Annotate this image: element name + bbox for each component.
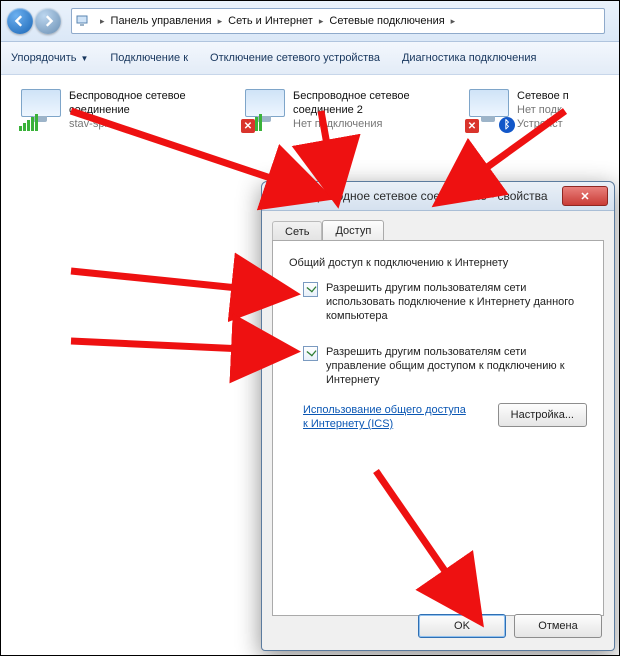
adapter-icon — [268, 188, 284, 204]
checkbox-allow-share[interactable] — [303, 282, 318, 297]
close-button[interactable]: ✕ — [562, 186, 608, 206]
wifi-connection-icon: ✕ — [243, 89, 285, 131]
connection-status: Нет подк — [517, 103, 569, 117]
breadcrumb-item[interactable]: Сетевые подключения — [327, 13, 446, 29]
chevron-right-icon: ▸ — [451, 16, 456, 27]
bluetooth-icon: ᛒ — [499, 117, 515, 133]
connection-title: соединение 2 — [293, 103, 410, 117]
dialog-titlebar[interactable]: Беспроводное сетевое соединение - свойст… — [262, 182, 614, 211]
connection-title: Беспроводное сетевое — [293, 89, 410, 103]
command-bar: Упорядочить ▼ Подключение к Отключение с… — [1, 42, 619, 75]
nav-forward-button[interactable] — [35, 8, 61, 34]
connection-item[interactable]: Беспроводное сетевое соединение stav-spb — [19, 89, 219, 175]
group-heading: Общий доступ к подключению к Интернету — [289, 257, 587, 269]
explorer-window: ▸ Панель управления ▸ Сеть и Интернет ▸ … — [0, 0, 620, 656]
arrow-right-icon — [42, 15, 54, 27]
settings-button[interactable]: Настройка... — [498, 403, 587, 427]
chevron-down-icon: ▼ — [80, 54, 88, 63]
connection-status: Нет подключения — [293, 117, 410, 131]
properties-dialog: Беспроводное сетевое соединение - свойст… — [261, 181, 615, 651]
chevron-right-icon: ▸ — [218, 16, 223, 27]
connection-item[interactable]: ✕ ᛒ Сетевое п Нет подк Устройст — [467, 89, 577, 175]
checkbox-label: Разрешить другим пользователям сети упра… — [326, 345, 586, 387]
connection-title: Беспроводное сетевое — [69, 89, 186, 103]
cancel-button[interactable]: Отмена — [514, 614, 602, 638]
nav-back-button[interactable] — [7, 8, 33, 34]
close-icon: ✕ — [580, 190, 589, 203]
tab-network[interactable]: Сеть — [272, 221, 322, 242]
error-x-icon: ✕ — [241, 119, 255, 133]
tab-sharing[interactable]: Доступ — [322, 220, 384, 241]
connection-item[interactable]: ✕ Беспроводное сетевое соединение 2 Нет … — [243, 89, 443, 175]
dialog-title: Беспроводное сетевое соединение - свойст… — [290, 189, 558, 203]
checkbox-row-allow-share: Разрешить другим пользователям сети испо… — [303, 281, 587, 323]
ics-link-row: Использование общего доступа к Интернету… — [303, 403, 587, 431]
organize-menu[interactable]: Упорядочить ▼ — [11, 52, 88, 64]
connection-status: Устройст — [517, 117, 569, 131]
address-bar: ▸ Панель управления ▸ Сеть и Интернет ▸ … — [1, 1, 619, 42]
arrow-left-icon — [14, 15, 26, 27]
checkbox-allow-control[interactable] — [303, 346, 318, 361]
connection-status: stav-spb — [69, 117, 186, 131]
tab-label: Сеть — [285, 226, 309, 238]
organize-label: Упорядочить — [11, 52, 76, 64]
button-label: Отмена — [538, 620, 577, 632]
dialog-button-row: OK Отмена — [418, 614, 602, 638]
connect-label: Подключение к — [110, 52, 188, 64]
breadcrumb-item[interactable]: Сеть и Интернет — [226, 13, 315, 29]
chevron-right-icon: ▸ — [100, 16, 105, 27]
network-folder-icon — [76, 13, 92, 29]
connect-to-menu[interactable]: Подключение к — [110, 52, 188, 64]
breadcrumb[interactable]: ▸ Панель управления ▸ Сеть и Интернет ▸ … — [71, 8, 605, 34]
breadcrumb-item[interactable]: Панель управления — [109, 13, 214, 29]
button-label: OK — [454, 620, 470, 632]
button-label: Настройка... — [511, 409, 574, 421]
wifi-connection-icon — [19, 89, 61, 131]
error-x-icon: ✕ — [465, 119, 479, 133]
chevron-right-icon: ▸ — [319, 16, 324, 27]
checkbox-label: Разрешить другим пользователям сети испо… — [326, 281, 586, 323]
connection-title: соединение — [69, 103, 186, 117]
connection-title: Сетевое п — [517, 89, 569, 103]
connections-list: Беспроводное сетевое соединение stav-spb… — [1, 75, 619, 189]
disable-device-button[interactable]: Отключение сетевого устройства — [210, 52, 380, 64]
checkbox-row-allow-control: Разрешить другим пользователям сети упра… — [303, 345, 587, 387]
diagnose-label: Диагностика подключения — [402, 52, 536, 64]
diagnose-button[interactable]: Диагностика подключения — [402, 52, 536, 64]
ok-button[interactable]: OK — [418, 614, 506, 638]
disable-label: Отключение сетевого устройства — [210, 52, 380, 64]
ics-help-link[interactable]: Использование общего доступа к Интернету… — [303, 403, 474, 431]
tab-label: Доступ — [335, 225, 371, 237]
ethernet-connection-icon: ✕ ᛒ — [467, 89, 509, 131]
tab-panel-sharing: Общий доступ к подключению к Интернету Р… — [272, 240, 604, 616]
tabstrip: Сеть Доступ — [262, 211, 614, 240]
